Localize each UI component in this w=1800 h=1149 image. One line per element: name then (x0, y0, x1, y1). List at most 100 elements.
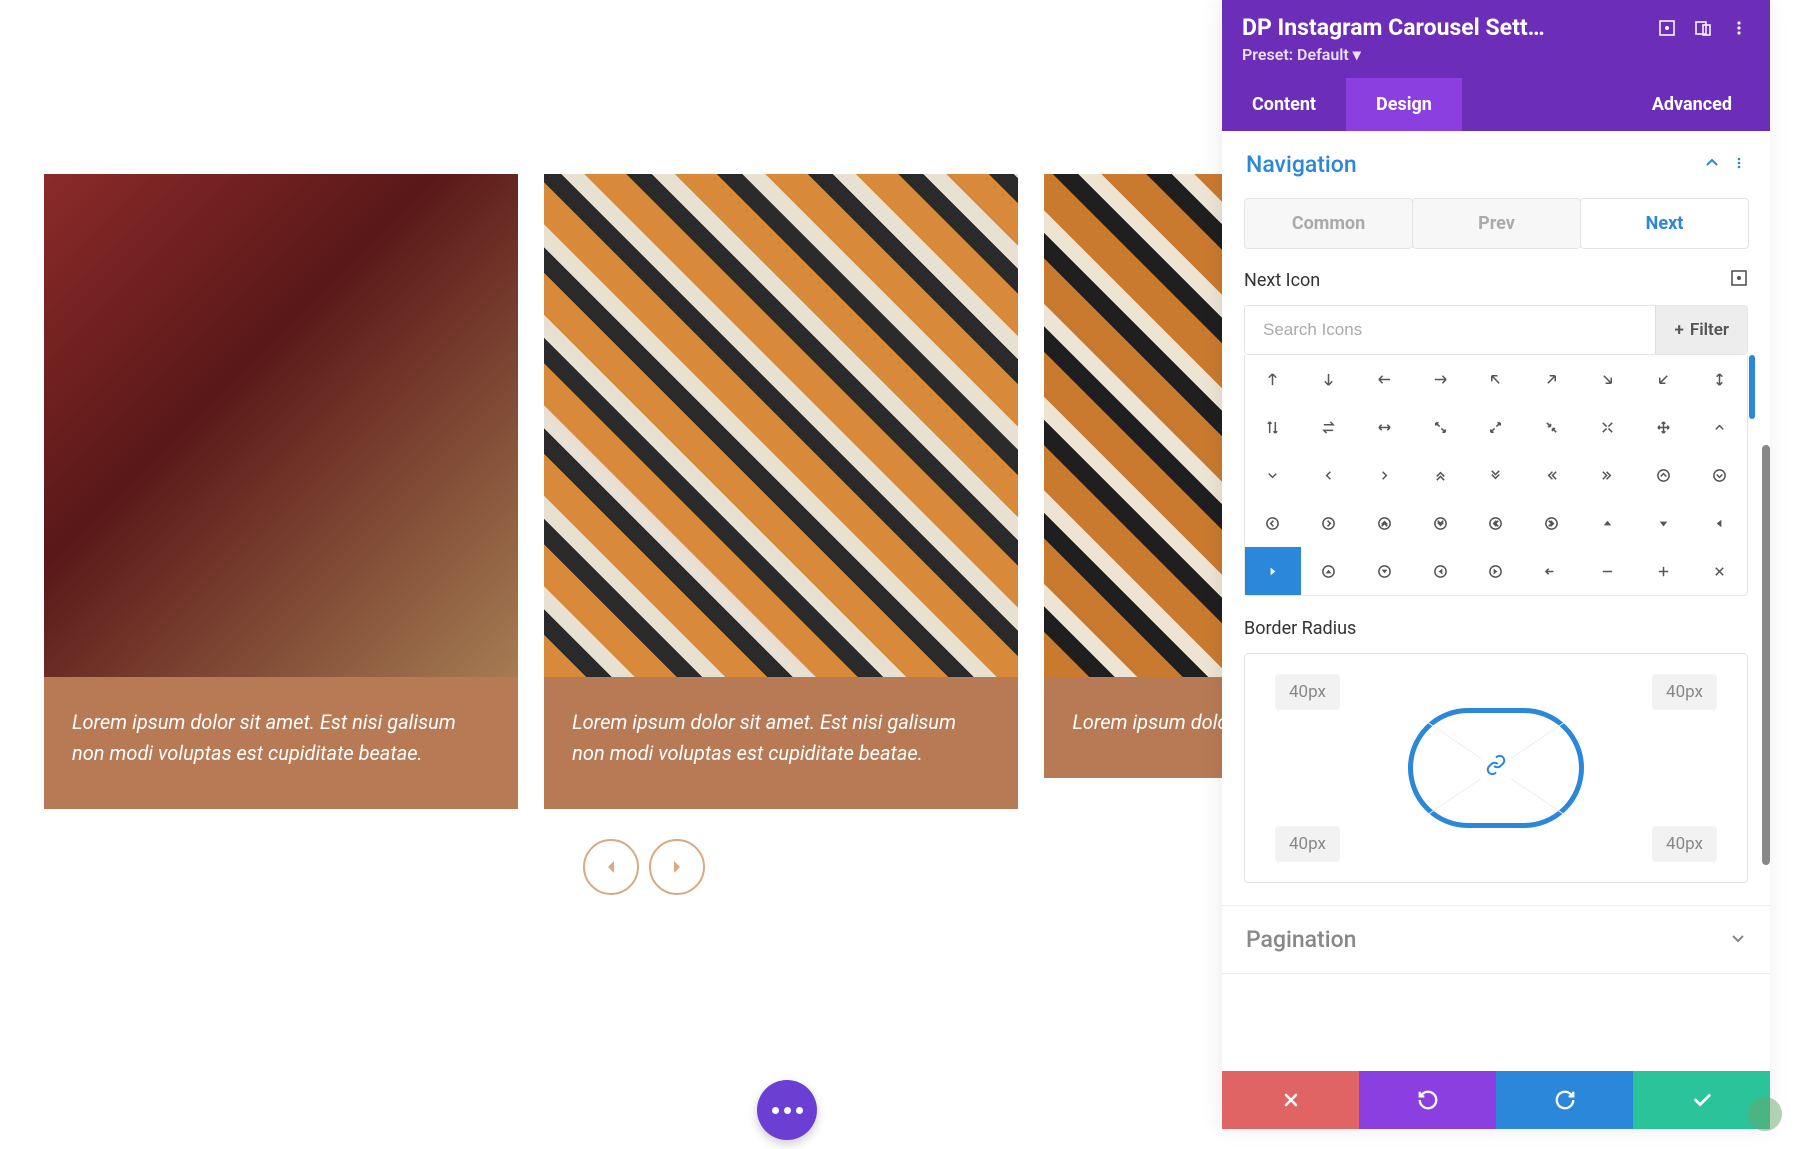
chevrons-down-icon[interactable] (1468, 451, 1524, 499)
section-pagination-header[interactable]: Pagination (1222, 906, 1770, 973)
border-radius-tl-input[interactable]: 40px (1275, 674, 1340, 710)
redo-button[interactable] (1496, 1071, 1633, 1129)
plus-icon[interactable] (1635, 547, 1691, 595)
panel-footer (1222, 1071, 1770, 1129)
card-image (544, 174, 1018, 677)
tab-content[interactable]: Content (1222, 78, 1346, 131)
responsive-toggle-icon[interactable] (1730, 269, 1748, 291)
section-title: Pagination (1246, 926, 1730, 953)
chevron-right-icon[interactable] (1357, 451, 1413, 499)
chevron-down-circle-icon[interactable] (1691, 451, 1747, 499)
section-pagination: Pagination (1222, 906, 1770, 974)
undo-icon[interactable] (1524, 547, 1580, 595)
card-caption: Lorem ipsum dolor sit amet. Est nisi gal… (1044, 677, 1244, 778)
chevrons-down-circle-icon[interactable] (1412, 499, 1468, 547)
close-icon[interactable] (1691, 547, 1747, 595)
chevrons-up-circle-icon[interactable] (1357, 499, 1413, 547)
next-icon-label: Next Icon (1244, 270, 1320, 291)
expand-icon[interactable] (1468, 403, 1524, 451)
panel-scrollbar[interactable] (1762, 445, 1770, 865)
caret-up-icon[interactable] (1580, 499, 1636, 547)
arrow-up-right-icon[interactable] (1524, 355, 1580, 403)
border-radius-br-input[interactable]: 40px (1652, 826, 1717, 862)
carousel-nav (44, 839, 1244, 895)
chevron-up-circle-icon[interactable] (1635, 451, 1691, 499)
filter-label: Filter (1690, 320, 1729, 340)
caret-right-circle-icon[interactable] (1468, 547, 1524, 595)
chevron-down-icon[interactable] (1245, 451, 1301, 499)
arrow-down-left-icon[interactable] (1635, 355, 1691, 403)
card-image (1044, 174, 1244, 677)
carousel-card[interactable]: Lorem ipsum dolor sit amet. Est nisi gal… (44, 174, 518, 809)
panel-tabs: Content Design Advanced (1222, 78, 1770, 131)
caret-left-circle-icon[interactable] (1412, 547, 1468, 595)
carousel-next-button[interactable] (649, 839, 705, 895)
icon-grid-scrollbar[interactable] (1749, 355, 1755, 419)
carousel-card[interactable]: Lorem ipsum dolor sit amet. Est nisi gal… (1044, 174, 1244, 809)
chevrons-up-icon[interactable] (1412, 451, 1468, 499)
kebab-icon[interactable] (1728, 17, 1750, 39)
icon-filter-button[interactable]: + Filter (1655, 306, 1747, 354)
arrow-right-icon[interactable] (1412, 355, 1468, 403)
card-caption: Lorem ipsum dolor sit amet. Est nisi gal… (544, 677, 1018, 809)
preset-selector[interactable]: Preset: Default ▾ (1222, 45, 1770, 78)
chevrons-right-icon[interactable] (1580, 451, 1636, 499)
fullscreen-icon[interactable] (1580, 403, 1636, 451)
chevron-up-icon[interactable] (1691, 403, 1747, 451)
carousel-card[interactable]: Lorem ipsum dolor sit amet. Est nisi gal… (544, 174, 1018, 809)
section-navigation: Navigation Common Prev Next (1222, 131, 1770, 906)
responsive-icon[interactable] (1692, 17, 1714, 39)
arrow-up-left-icon[interactable] (1468, 355, 1524, 403)
carousel-prev-button[interactable] (583, 839, 639, 895)
caret-down-icon[interactable] (1635, 499, 1691, 547)
move-icon[interactable] (1635, 403, 1691, 451)
card-image (44, 174, 518, 677)
card-caption: Lorem ipsum dolor sit amet. Est nisi gal… (44, 677, 518, 809)
icon-search-row: + Filter (1244, 305, 1748, 355)
undo-button[interactable] (1359, 1071, 1496, 1129)
chevrons-left-icon[interactable] (1524, 451, 1580, 499)
section-navigation-header[interactable]: Navigation (1222, 131, 1770, 198)
panel-title: DP Instagram Carousel Sett… (1242, 14, 1642, 41)
border-radius-preview (1408, 708, 1584, 828)
tab-advanced[interactable]: Advanced (1622, 78, 1770, 131)
discard-button[interactable] (1222, 1071, 1359, 1129)
section-kebab-icon[interactable] (1732, 155, 1746, 174)
link-radii-toggle[interactable] (1481, 750, 1511, 786)
arrows-swap-icon[interactable] (1301, 403, 1357, 451)
arrow-up-icon[interactable] (1245, 355, 1301, 403)
chevron-left-circle-icon[interactable] (1245, 499, 1301, 547)
subtab-prev[interactable]: Prev (1412, 198, 1581, 249)
subtab-common[interactable]: Common (1244, 198, 1413, 249)
arrow-left-icon[interactable] (1357, 355, 1413, 403)
expand-icon[interactable] (1656, 17, 1678, 39)
plus-icon: + (1674, 320, 1683, 340)
chevrons-left-circle-icon[interactable] (1468, 499, 1524, 547)
contract-icon[interactable] (1524, 403, 1580, 451)
caret-right-icon[interactable] (1245, 547, 1301, 595)
caret-left-icon[interactable] (1691, 499, 1747, 547)
caret-up-circle-icon[interactable] (1301, 547, 1357, 595)
subtab-next[interactable]: Next (1580, 198, 1749, 249)
tab-design[interactable]: Design (1346, 78, 1462, 131)
arrow-down-right-icon[interactable] (1580, 355, 1636, 403)
panel-body: Navigation Common Prev Next (1222, 131, 1770, 1071)
arrows-sort-icon[interactable] (1245, 403, 1301, 451)
chevron-left-icon[interactable] (1301, 451, 1357, 499)
arrows-horizontal-icon[interactable] (1357, 403, 1413, 451)
chevrons-right-circle-icon[interactable] (1524, 499, 1580, 547)
icon-search-input[interactable] (1245, 306, 1655, 354)
more-options-fab[interactable] (757, 1080, 817, 1140)
expand-diag-icon[interactable] (1412, 403, 1468, 451)
minus-icon[interactable] (1580, 547, 1636, 595)
support-bubble[interactable] (1748, 1097, 1782, 1131)
chevron-right-circle-icon[interactable] (1301, 499, 1357, 547)
border-radius-bl-input[interactable]: 40px (1275, 826, 1340, 862)
arrows-vertical-icon[interactable] (1691, 355, 1747, 403)
arrow-down-icon[interactable] (1301, 355, 1357, 403)
border-radius-label: Border Radius (1244, 618, 1356, 639)
border-radius-tr-input[interactable]: 40px (1652, 674, 1717, 710)
caret-down-circle-icon[interactable] (1357, 547, 1413, 595)
panel-header: DP Instagram Carousel Sett… Preset: Defa… (1222, 0, 1770, 131)
field-next-icon: Next Icon + Filter (1222, 269, 1770, 618)
